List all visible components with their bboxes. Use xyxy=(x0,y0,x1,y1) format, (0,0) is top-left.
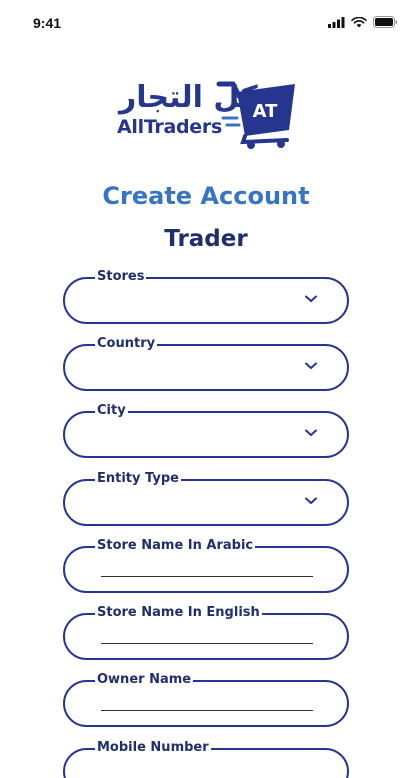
signal-icon xyxy=(328,16,345,28)
chevron-down-icon[interactable] xyxy=(305,497,317,505)
status-time: 9:41 xyxy=(33,15,62,31)
page-title: Create Account xyxy=(102,182,310,210)
store-name-arabic-label: Store Name In Arabic xyxy=(95,538,256,554)
status-bar: 9:41 xyxy=(0,0,412,48)
chevron-down-icon[interactable] xyxy=(305,362,317,370)
store-name-arabic-field[interactable]: Store Name In Arabic xyxy=(63,538,349,593)
country-label: Country xyxy=(95,336,158,352)
store-name-english-label: Store Name In English xyxy=(95,605,262,621)
stores-label: Stores xyxy=(95,269,147,285)
battery-icon xyxy=(373,16,398,28)
wifi-icon xyxy=(351,16,367,27)
cart-icon: AT xyxy=(216,81,295,149)
mobile-number-label: Mobile Number xyxy=(95,740,211,756)
city-dropdown[interactable]: City xyxy=(63,403,349,458)
owner-name-label: Owner Name xyxy=(95,672,194,688)
logo-badge-text: AT xyxy=(253,101,279,122)
mobile-number-field[interactable]: Mobile Number xyxy=(63,740,349,778)
account-type-title: Trader xyxy=(164,226,248,252)
input-underline xyxy=(101,643,313,644)
entity-type-dropdown[interactable]: Entity Type xyxy=(63,471,349,526)
owner-name-field[interactable]: Owner Name xyxy=(63,672,349,727)
stores-dropdown[interactable]: Stores xyxy=(63,269,349,324)
chevron-down-icon[interactable] xyxy=(305,429,317,437)
chevron-down-icon[interactable] xyxy=(305,295,317,303)
app-logo: كل التجار AllTraders AT xyxy=(113,80,299,152)
input-underline xyxy=(101,710,313,711)
city-label: City xyxy=(95,403,128,419)
store-name-english-field[interactable]: Store Name In English xyxy=(63,605,349,660)
entity-type-label: Entity Type xyxy=(95,471,181,487)
status-icons xyxy=(328,16,398,28)
input-underline xyxy=(101,576,313,577)
logo-latin-text: AllTraders xyxy=(117,116,222,138)
country-dropdown[interactable]: Country xyxy=(63,336,349,391)
